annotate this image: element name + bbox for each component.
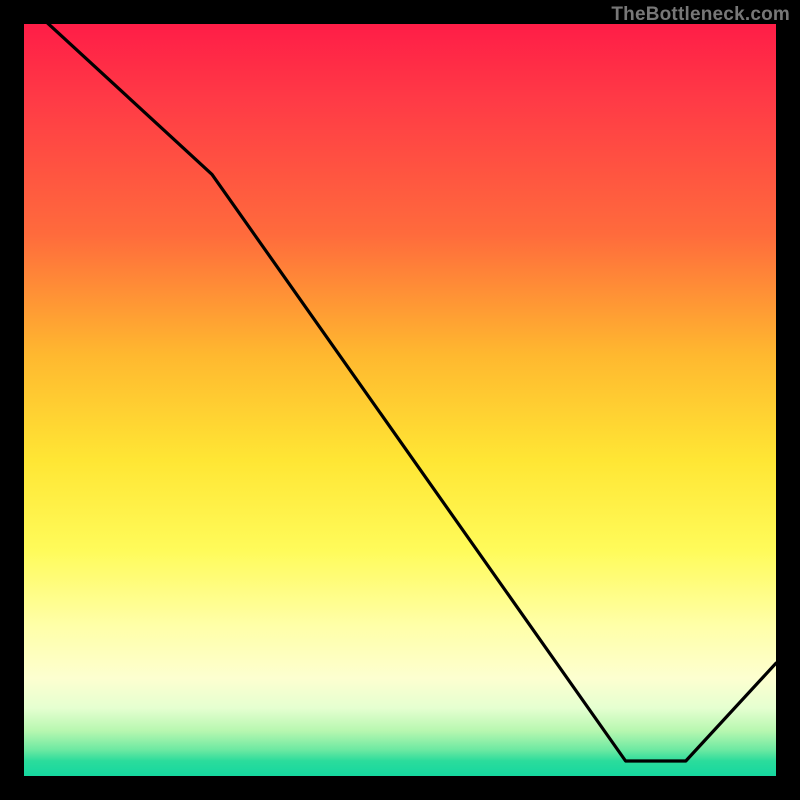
chart-line-layer — [24, 24, 776, 776]
chart-series-curve — [24, 24, 776, 761]
chart-frame: TheBottleneck.com — [0, 0, 800, 800]
watermark-text: TheBottleneck.com — [611, 4, 790, 26]
